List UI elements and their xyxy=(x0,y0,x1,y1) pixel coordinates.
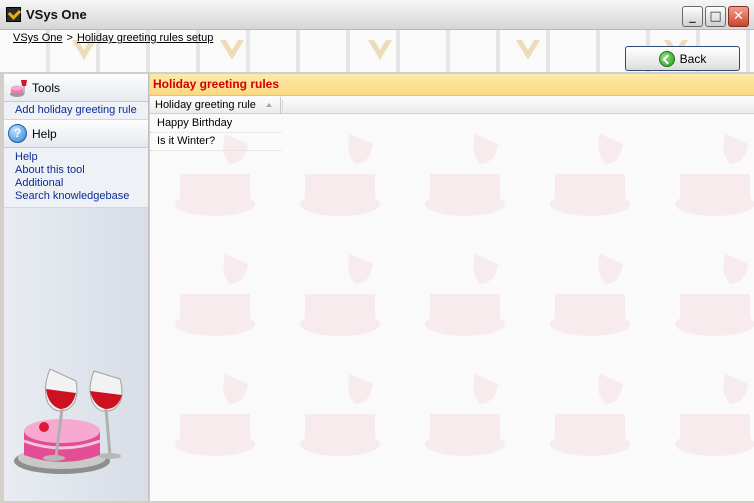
vsys-logo-icon xyxy=(6,7,21,22)
question-icon: ? xyxy=(8,124,27,143)
cake-watermark-icon xyxy=(175,254,255,336)
cake-watermark-icon xyxy=(425,254,505,336)
breadcrumb: VSys One > Holiday greeting rules setup xyxy=(13,32,213,44)
cake-watermark-icon xyxy=(425,374,505,456)
minimize-button[interactable]: _ xyxy=(682,6,703,27)
sort-ascending-icon xyxy=(266,103,272,107)
add-holiday-greeting-rule-link[interactable]: Add holiday greeting rule xyxy=(15,104,148,117)
header-banner: VSys One > Holiday greeting rules setup Ba… xyxy=(0,30,754,73)
cake-watermark-icon xyxy=(550,254,630,336)
banner-logo-icon xyxy=(220,40,244,60)
help-section-body: Help About this tool Additional Search k… xyxy=(4,148,148,208)
column-header-row: Holiday greeting rule xyxy=(150,97,754,114)
additional-link[interactable]: Additional xyxy=(15,177,148,190)
cake-watermark-icon xyxy=(550,374,630,456)
cake-watermark-icon xyxy=(675,254,754,336)
sidebar: Tools Add holiday greeting rule ? Help H… xyxy=(4,74,149,501)
close-button[interactable]: ✕ xyxy=(728,6,749,27)
window-title: VSys One xyxy=(26,7,87,22)
help-link[interactable]: Help xyxy=(15,151,148,164)
panel-title: Holiday greeting rules xyxy=(150,74,754,96)
banner-logo-icon xyxy=(368,40,392,60)
search-knowledgebase-link[interactable]: Search knowledgebase xyxy=(15,190,148,203)
column-resize-handle[interactable] xyxy=(282,100,283,111)
help-section-header[interactable]: ? Help xyxy=(4,120,148,148)
tools-section-body: Add holiday greeting rule xyxy=(4,102,148,120)
breadcrumb-current-link[interactable]: Holiday greeting rules setup xyxy=(77,32,213,44)
table-row[interactable]: Happy Birthday xyxy=(150,115,282,133)
cake-watermark-icon xyxy=(175,374,255,456)
cake-watermark-icon xyxy=(675,374,754,456)
maximize-button[interactable]: □ xyxy=(705,6,726,27)
title-bar: VSys One _ □ ✕ xyxy=(0,0,754,30)
column-header-holiday-greeting-rule[interactable]: Holiday greeting rule xyxy=(150,97,281,114)
cake-and-wine-illustration xyxy=(14,368,123,474)
table-row[interactable]: Is it Winter? xyxy=(150,133,282,151)
cake-watermark-icon xyxy=(300,254,380,336)
help-section-title: Help xyxy=(32,126,57,141)
tools-section-title: Tools xyxy=(32,80,61,95)
cake-glasses-icon xyxy=(10,79,27,97)
main-panel: Holiday greeting rules Holiday greeting … xyxy=(150,74,754,501)
banner-logo-icon xyxy=(516,40,540,60)
back-arrow-icon xyxy=(658,50,675,67)
tools-section-header[interactable]: Tools xyxy=(4,74,148,102)
breadcrumb-separator: > xyxy=(66,32,73,44)
breadcrumb-root-link[interactable]: VSys One xyxy=(13,32,63,44)
rules-table-body: Happy Birthday Is it Winter? xyxy=(150,115,754,151)
about-this-tool-link[interactable]: About this tool xyxy=(15,164,148,177)
column-header-label: Holiday greeting rule xyxy=(155,99,256,111)
back-button-label: Back xyxy=(679,51,707,66)
cake-watermark-icon xyxy=(300,374,380,456)
back-button[interactable]: Back xyxy=(625,46,740,71)
